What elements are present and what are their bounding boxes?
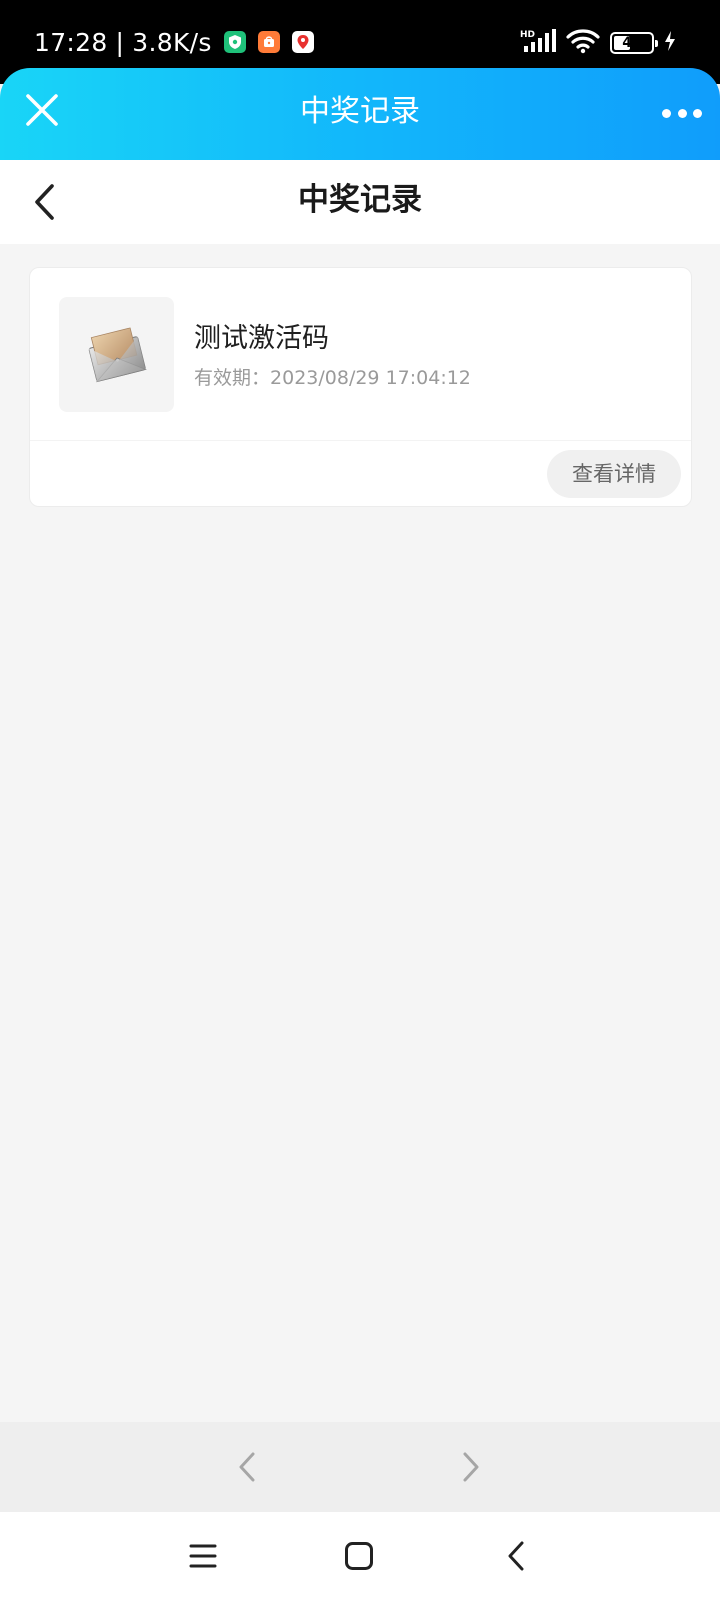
prize-thumbnail — [59, 297, 174, 412]
system-back-button[interactable] — [490, 1530, 542, 1582]
envelope-icon — [88, 326, 147, 382]
chevron-right-icon — [463, 1452, 479, 1482]
app-title-bar: 中奖记录 — [0, 68, 720, 160]
status-separator: | — [115, 27, 125, 57]
recent-apps-button[interactable] — [177, 1530, 229, 1582]
browser-nav-bar — [0, 1422, 720, 1512]
battery-icon: 45 — [610, 32, 658, 54]
prize-record-card: 测试激活码 有效期：2023/08/29 17:04:12 查看详情 — [29, 267, 692, 507]
page-header: 中奖记录 — [0, 160, 720, 244]
browser-back-button[interactable] — [224, 1444, 270, 1490]
security-shield-icon — [223, 31, 246, 53]
back-chevron-icon — [508, 1541, 524, 1571]
battery-level: 45 — [622, 35, 642, 51]
card-divider — [30, 440, 691, 441]
map-pin-icon — [291, 31, 314, 53]
more-dot — [677, 108, 687, 118]
validity-label: 有效期： — [194, 367, 271, 389]
status-time: 17:28 — [34, 27, 108, 57]
signal-hd-label: HD — [520, 30, 535, 40]
view-details-button[interactable]: 查看详情 — [547, 450, 681, 498]
home-square-icon — [345, 1542, 373, 1570]
browser-forward-button[interactable] — [448, 1444, 494, 1490]
prize-name: 测试激活码 — [194, 323, 329, 354]
status-right: HD 45 — [520, 28, 676, 58]
shopping-bag-icon — [257, 31, 280, 53]
wifi-icon — [566, 28, 600, 58]
chevron-left-icon — [239, 1452, 255, 1482]
menu-icon — [189, 1544, 217, 1568]
network-speed: 3.8K/s — [132, 27, 212, 57]
page-title: 中奖记录 — [298, 182, 422, 218]
home-button[interactable] — [333, 1530, 385, 1582]
charging-icon — [664, 30, 676, 56]
more-options-button[interactable] — [662, 100, 702, 126]
prize-validity: 有效期：2023/08/29 17:04:12 — [194, 363, 471, 390]
system-nav-bar — [0, 1512, 720, 1600]
more-dot — [662, 108, 671, 118]
more-dot — [693, 108, 702, 118]
validity-value: 2023/08/29 17:04:12 — [270, 367, 471, 389]
status-left: 17:28 | 3.8K/s — [34, 22, 314, 62]
app-title: 中奖记录 — [300, 94, 420, 129]
signal-icon: HD — [520, 28, 556, 58]
